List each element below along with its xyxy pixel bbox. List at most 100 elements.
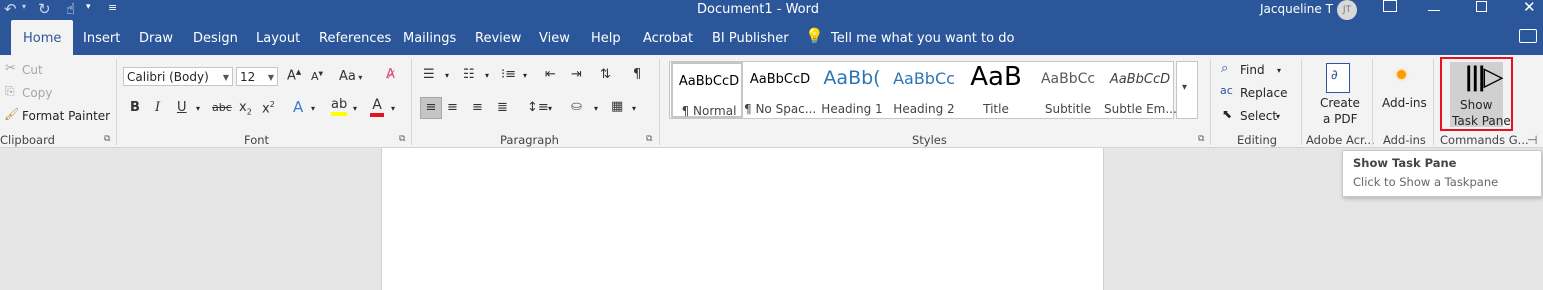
format-painter-button[interactable]: Format Painter (22, 109, 110, 123)
line-spacing-dropdown-icon[interactable]: ▾ (548, 104, 552, 113)
style-normal[interactable]: AaBbCcD ¶ Normal (671, 62, 743, 118)
find-dropdown-icon[interactable]: ▾ (1277, 66, 1281, 75)
numbering-icon[interactable]: ☷ (463, 67, 475, 82)
style-heading-1[interactable]: AaBb( Heading 1 (816, 62, 888, 118)
strikethrough-button[interactable]: abc (212, 101, 232, 114)
close-icon[interactable]: ✕ (1523, 0, 1536, 16)
subscript-button[interactable]: x2 (239, 100, 252, 117)
tab-insert[interactable]: Insert (83, 20, 120, 55)
superscript-button[interactable]: x2 (262, 100, 275, 116)
shading-icon[interactable]: ⛀ (571, 99, 582, 114)
select-button[interactable]: Select (1240, 109, 1277, 123)
ribbon-tabs: Home Insert Draw Design Layout Reference… (0, 20, 1543, 55)
minimize-icon[interactable] (1428, 10, 1440, 11)
document-page[interactable] (381, 148, 1104, 290)
sort-icon[interactable]: ⇅ (600, 67, 611, 82)
redo-icon[interactable]: ↻ (38, 0, 51, 18)
style-subtitle[interactable]: AaBbCc Subtitle (1032, 62, 1104, 118)
style-preview: AaBbCcD (1109, 72, 1171, 87)
font-size-combo[interactable]: 12 ▼ (236, 67, 278, 86)
tab-view[interactable]: View (539, 20, 570, 55)
align-right-button[interactable]: ≡ (472, 100, 483, 115)
style-subtle-emphasis[interactable]: AaBbCcD Subtle Em... (1104, 62, 1176, 118)
create-pdf-button[interactable]: Create (1320, 96, 1360, 110)
text-effects-icon[interactable]: A (293, 98, 303, 116)
style-preview: AaBbCc (1040, 71, 1096, 87)
tell-me-search[interactable]: Tell me what you want to do (831, 31, 1014, 46)
clipboard-launcher-icon[interactable]: ⧉ (104, 134, 110, 144)
underline-dropdown-icon[interactable]: ▾ (196, 104, 200, 113)
tab-design[interactable]: Design (193, 20, 238, 55)
comments-icon[interactable] (1519, 29, 1537, 43)
styles-scroll[interactable]: ▾ (1176, 61, 1198, 119)
ribbon: ✂ Cut ⎘ Copy 🖌 Format Painter Clipboard … (0, 55, 1543, 148)
shrink-font-icon[interactable]: A▼ (311, 70, 323, 83)
restore-icon[interactable] (1476, 1, 1487, 12)
tab-layout[interactable]: Layout (256, 20, 300, 55)
create-pdf-button-line2[interactable]: a PDF (1323, 112, 1358, 126)
bullets-dropdown-icon[interactable]: ▾ (445, 71, 449, 80)
multilevel-dropdown-icon[interactable]: ▾ (523, 71, 527, 80)
tab-mailings[interactable]: Mailings (403, 20, 456, 55)
grow-font-icon[interactable]: A▲ (287, 68, 301, 83)
undo-icon[interactable]: ↶ (4, 0, 17, 18)
tab-home[interactable]: Home (11, 20, 74, 55)
show-task-pane-button[interactable]: |||▷ Show Task Pane (1450, 62, 1511, 128)
font-color-dropdown-icon[interactable]: ▾ (391, 104, 395, 113)
tab-bi-publisher[interactable]: BI Publisher (712, 20, 789, 55)
font-launcher-icon[interactable]: ⧉ (399, 134, 405, 144)
replace-button[interactable]: Replace (1240, 86, 1287, 100)
multilevel-list-icon[interactable]: ⁝≡ (501, 67, 516, 82)
paragraph-launcher-icon[interactable]: ⧉ (646, 134, 652, 144)
more-styles-icon[interactable]: ▾ (1182, 82, 1187, 93)
numbering-dropdown-icon[interactable]: ▾ (485, 71, 489, 80)
justify-button[interactable]: ≣ (497, 100, 508, 115)
borders-icon[interactable]: ▦ (611, 99, 623, 114)
cut-button[interactable]: Cut (22, 63, 43, 77)
underline-button[interactable]: U (177, 100, 187, 115)
change-case-button[interactable]: Aa ▾ (339, 69, 362, 84)
text-effects-dropdown-icon[interactable]: ▾ (311, 104, 315, 113)
align-center-button[interactable]: ≡ (447, 100, 458, 115)
chevron-down-icon[interactable]: ▼ (223, 68, 229, 87)
line-spacing-icon[interactable]: ↕≡ (527, 100, 549, 115)
bullets-icon[interactable]: ☰ (423, 67, 435, 82)
customize-qat-icon[interactable]: ≡ (108, 1, 117, 14)
style-no-spacing[interactable]: AaBbCcD ¶ No Spac... (744, 62, 816, 118)
tab-references[interactable]: References (319, 20, 391, 55)
chevron-down-icon[interactable]: ▼ (268, 68, 274, 87)
undo-dropdown-icon[interactable]: ▾ (22, 2, 26, 11)
decrease-indent-icon[interactable]: ⇤ (545, 67, 556, 82)
touch-mode-icon[interactable]: ☝ (66, 0, 75, 18)
highlight-dropdown-icon[interactable]: ▾ (353, 104, 357, 113)
styles-launcher-icon[interactable]: ⧉ (1198, 134, 1204, 144)
tab-acrobat[interactable]: Acrobat (643, 20, 693, 55)
font-color-icon[interactable]: A (370, 97, 384, 117)
tab-review[interactable]: Review (475, 20, 521, 55)
tab-help[interactable]: Help (591, 20, 621, 55)
style-title[interactable]: AaB Title (960, 62, 1032, 118)
add-ins-button[interactable]: Add-ins (1382, 96, 1427, 110)
lightbulb-icon[interactable]: 💡 (805, 27, 824, 45)
select-dropdown-icon[interactable]: ▾ (1276, 112, 1280, 121)
show-label: Show (1460, 98, 1493, 112)
avatar[interactable]: JT (1337, 0, 1357, 20)
bold-button[interactable]: B (130, 100, 140, 115)
ribbon-display-options-icon[interactable] (1383, 0, 1397, 12)
touch-dropdown-icon[interactable]: ▾ (86, 2, 91, 12)
pin-ribbon-icon[interactable]: ⊣ (1527, 133, 1537, 147)
clear-formatting-icon[interactable]: A̷ (386, 67, 395, 82)
find-button[interactable]: Find (1240, 63, 1265, 77)
pilcrow-icon[interactable]: ¶ (633, 67, 641, 82)
borders-dropdown-icon[interactable]: ▾ (632, 104, 636, 113)
increase-indent-icon[interactable]: ⇥ (571, 67, 582, 82)
tab-draw[interactable]: Draw (139, 20, 173, 55)
align-left-button[interactable]: ≡ (420, 97, 442, 119)
user-name[interactable]: Jacqueline T (1260, 2, 1333, 16)
shading-dropdown-icon[interactable]: ▾ (594, 104, 598, 113)
copy-button[interactable]: Copy (22, 86, 52, 100)
italic-button[interactable]: I (155, 100, 160, 115)
highlight-icon[interactable]: ab (331, 97, 348, 116)
style-heading-2[interactable]: AaBbCc Heading 2 (888, 62, 960, 118)
font-name-combo[interactable]: Calibri (Body) ▼ (123, 67, 233, 86)
